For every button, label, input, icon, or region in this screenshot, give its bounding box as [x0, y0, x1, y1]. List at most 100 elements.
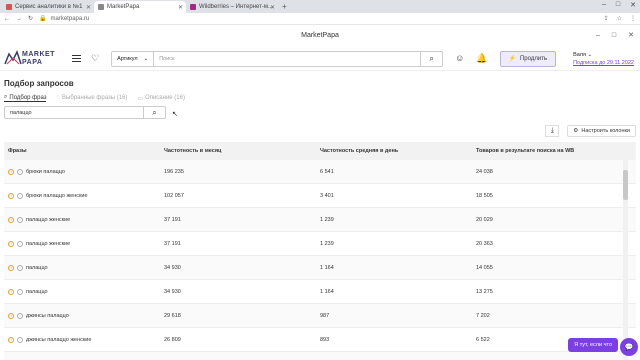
configure-columns-button[interactable]: ⚙ Настроить колонки	[567, 125, 636, 137]
wb-results-cell: 20 029	[476, 216, 493, 223]
header-daily-frequency[interactable]: Частотность средняя в день	[320, 148, 476, 154]
download-button[interactable]: ⤓	[545, 125, 560, 137]
phrase-cell: + ◦ палаццо	[4, 264, 164, 271]
maximize-icon[interactable]: □	[612, 25, 616, 47]
query-search: палаццо ⌕	[4, 106, 166, 119]
table-row[interactable]: + ◦ брюки палаццо женские 102 057 3 401 18 50…	[4, 184, 636, 208]
tab-label: Выбранные фразы (16)	[62, 95, 128, 101]
search-type-select[interactable]: Артикул ⌄	[112, 51, 155, 66]
monthly-frequency-cell: 34 930	[164, 264, 181, 271]
browser-tab-1[interactable]: MarketPapa ✕	[94, 1, 186, 13]
add-icon[interactable]: +	[8, 288, 14, 295]
close-icon[interactable]: ✕	[86, 4, 91, 11]
favorite-icon[interactable]: ◦	[17, 288, 23, 295]
main-content: Подбор запросов ⌕ Подбор фраз ◌ Выбранные …	[0, 79, 640, 360]
table-row[interactable]: + ◦ палаццо женские 37 191 1 239 20 363	[4, 232, 636, 256]
phrase-text[interactable]: палаццо женские	[26, 241, 70, 247]
phrase-text[interactable]: брюки палаццо	[26, 169, 65, 175]
header-wb-results[interactable]: Товаров в результате поиска на WB	[476, 148, 626, 154]
phrase-text[interactable]: палаццо женские	[26, 217, 70, 223]
add-icon[interactable]: +	[8, 168, 14, 175]
maximize-icon[interactable]: □	[616, 1, 620, 9]
header-phrases[interactable]: Фразы	[4, 148, 164, 154]
tab-phrase-selection[interactable]: ⌕ Подбор фраз	[4, 94, 47, 102]
favorite-icon[interactable]: ◦	[17, 312, 23, 319]
tab-description[interactable]: ▭ Описание (16)	[137, 95, 185, 102]
search-button[interactable]: ⌕	[420, 51, 442, 66]
query-search-button[interactable]: ⌕	[143, 107, 165, 118]
app-window-controls: – □ ✕	[596, 25, 634, 47]
user-menu[interactable]: Валя ⌄ Подписка до 29.11.2022	[573, 51, 634, 67]
tab-selected-phrases[interactable]: ◌ Выбранные фразы (16)	[56, 95, 127, 101]
phrase-text[interactable]: палаццо	[26, 289, 48, 295]
window-title: MarketPapa	[301, 32, 339, 39]
tab-label: Описание (16)	[145, 95, 185, 101]
table-row[interactable]: +◦брюки женские палаццо21 63972118 505	[4, 352, 636, 360]
phrase-text[interactable]: палаццо	[26, 265, 48, 271]
subscription-link[interactable]: Подписка до 29.11.2022	[573, 59, 634, 67]
favorite-icon[interactable]: ◦	[17, 264, 23, 271]
reload-icon[interactable]: ↻	[28, 15, 33, 22]
header-monthly-frequency[interactable]: Частотность в месяц	[164, 148, 320, 154]
search-input[interactable]: Поиск	[154, 56, 420, 62]
bell-icon[interactable]: 🔔	[476, 53, 487, 64]
user-icon[interactable]: ☺	[455, 53, 464, 64]
browser-tab-bar: Сервис аналитики в №1 ✕ MarketPapa ✕ Wildb…	[0, 0, 640, 13]
favorite-icon[interactable]: ◦	[17, 216, 23, 223]
logo[interactable]: MARKET PAPA	[4, 49, 54, 69]
url-text: marketpapa.ru	[50, 15, 90, 22]
star-icon[interactable]: ☆	[617, 15, 622, 22]
close-window-icon[interactable]: ✕	[630, 1, 636, 9]
chat-icon[interactable]: 💬	[620, 338, 638, 356]
phrase-cell: + ◦ джинсы палаццо	[4, 312, 164, 319]
favorite-icon[interactable]: ◦	[17, 240, 23, 247]
table-body: + ◦ брюки палаццо 196 235 6 541 24 038 + ◦ брюки…	[4, 160, 636, 360]
add-icon[interactable]: +	[8, 216, 14, 223]
add-icon[interactable]: +	[8, 192, 14, 199]
forward-icon[interactable]: →	[16, 16, 22, 22]
table-row[interactable]: + ◦ брюки палаццо 196 235 6 541 24 038	[4, 160, 636, 184]
logo-icon	[4, 49, 22, 64]
table-row[interactable]: + ◦ палаццо женские 37 191 1 239 20 029	[4, 208, 636, 232]
phrase-text[interactable]: джинсы палаццо	[26, 313, 69, 319]
url-field[interactable]: 🔒 marketpapa.ru	[39, 15, 90, 23]
favorite-icon[interactable]: ◦	[17, 192, 23, 199]
tab-favicon	[98, 4, 104, 10]
phrase-text[interactable]: джинсы палаццо женские	[26, 337, 91, 343]
minimize-icon[interactable]: –	[596, 25, 600, 47]
table-row[interactable]: + ◦ джинсы палаццо женские 26 809 893 6 522	[4, 328, 636, 352]
daily-frequency-cell: 893	[320, 336, 330, 343]
add-icon[interactable]: +	[8, 336, 14, 343]
add-icon[interactable]: +	[8, 240, 14, 247]
close-icon[interactable]: ✕	[270, 4, 275, 11]
favorite-icon[interactable]: ◦	[17, 336, 23, 343]
scrollbar-thumb[interactable]	[623, 170, 628, 200]
add-icon[interactable]: +	[8, 264, 14, 271]
lightning-icon: ⚡	[508, 56, 516, 62]
chat-widget-label[interactable]: Я тут, если что	[568, 338, 618, 352]
browser-tab-0[interactable]: Сервис аналитики в №1 ✕	[2, 1, 94, 13]
extend-subscription-button[interactable]: ⚡ Продлить	[499, 50, 557, 67]
close-icon[interactable]: ✕	[628, 25, 634, 47]
menu-icon[interactable]	[72, 55, 81, 62]
add-icon[interactable]: +	[8, 312, 14, 319]
minimize-icon[interactable]: –	[602, 1, 606, 9]
wb-results-cell: 18 505	[476, 192, 493, 199]
back-icon[interactable]: ←	[4, 16, 10, 22]
table-row[interactable]: + ◦ палаццо 34 930 1 164 14 055	[4, 256, 636, 280]
browser-tab-2[interactable]: Wildberries – Интернет-м... ✕	[186, 1, 278, 13]
heart-icon[interactable]: ♡	[91, 53, 99, 64]
monthly-frequency-cell: 29 618	[164, 312, 181, 319]
favorite-icon[interactable]: ◦	[17, 168, 23, 175]
table-row[interactable]: + ◦ джинсы палаццо 29 618 987 7 202	[4, 304, 636, 328]
new-tab-icon[interactable]: +	[282, 1, 287, 13]
browser-actions: ⇪ ☆ ⋮	[604, 15, 636, 22]
extensions-icon[interactable]: ⋮	[630, 15, 636, 22]
chevron-down-icon: ⌄	[143, 55, 149, 62]
share-icon[interactable]: ⇪	[604, 15, 609, 22]
query-input[interactable]: палаццо	[5, 110, 143, 116]
table-scrollbar[interactable]	[623, 160, 628, 360]
table-row[interactable]: + ◦ палаццо 34 930 1 164 13 275	[4, 280, 636, 304]
phrase-text[interactable]: брюки палаццо женские	[26, 193, 88, 199]
close-icon[interactable]: ✕	[178, 4, 183, 11]
